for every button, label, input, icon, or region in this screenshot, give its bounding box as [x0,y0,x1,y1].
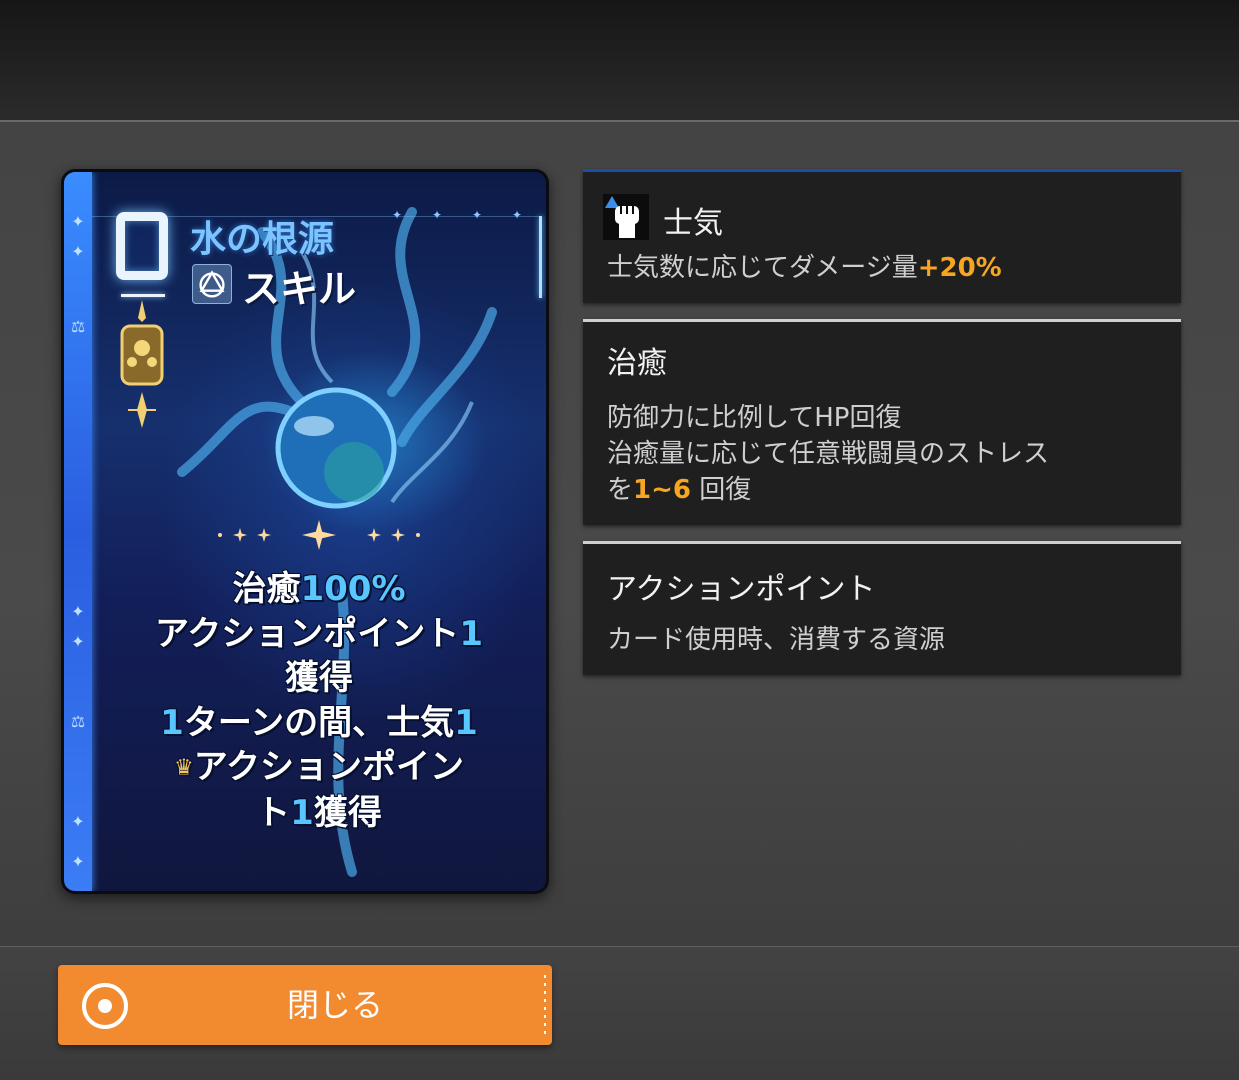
card-face: ✦ ✦ ⚖ ✦ ✦ ⚖ ✦ ✦ ✦ ✦ ✦ ✦ 水の根源 スキル 治癒100% … [64,172,546,891]
star-icon: ✦ [512,208,523,222]
gold-emblem-icon [120,300,164,428]
keyword-panel-heal: 治癒 防御力に比例してHP回復 治癒量に応じて任意戦闘員のストレス を1~6 回… [583,319,1181,525]
top-bar [0,0,1239,122]
effect-line: 1ターンの間、士気1 [160,702,478,743]
scale-icon: ⚖ [70,317,86,336]
effect-line: 獲得 [285,658,353,698]
scale-icon: ⚖ [70,712,86,731]
skill-card: ✦ ✦ ⚖ ✦ ✦ ⚖ ✦ ✦ ✦ ✦ ✦ ✦ 水の根源 スキル 治癒100% … [61,169,549,894]
effect-line: ト1獲得 [256,792,382,833]
keyword-title: アクションポイント [607,572,876,607]
fist-icon [603,194,649,240]
star-icon: ✦ [71,242,85,261]
close-button-label: 閉じる [286,986,383,1024]
card-cost [116,212,168,280]
card-type: スキル [242,267,357,311]
star-icon: ✦ [71,632,85,651]
keyword-description-line: 治癒量に応じて任意戦闘員のストレス [607,439,1050,469]
card-effect-text: 治癒100% アクションポイント1 獲得 1ターンの間、士気1 ♛アクションポイ… [114,567,524,835]
crown-icon: ♛ [173,755,194,781]
effect-line: アクションポイント1 [155,613,483,654]
keyword-description: カード使用時、消費する資源 [607,625,946,655]
star-icon: ✦ [432,208,443,222]
button-edge-dots [544,975,546,1035]
effect-line: 治癒100% [232,569,406,609]
star-icon: ✦ [71,212,85,231]
cost-underline [121,294,165,297]
star-icon: ✦ [71,852,85,871]
sparkle-divider [218,520,420,550]
keyword-description: 防御力に比例してHP回復 治癒量に応じて任意戦闘員のストレス を1~6 回復 [607,400,1049,508]
card-side-accent [539,216,542,298]
star-icon: ✦ [71,602,85,621]
keyword-description: 士気数に応じてダメージ量+20% [607,253,1002,283]
card-side-stripe: ✦ ✦ ⚖ ✦ ✦ ⚖ ✦ ✦ [64,172,92,891]
close-button[interactable]: 閉じる [58,965,552,1045]
effect-line: ♛アクションポイン [173,747,465,787]
star-icon: ✦ [71,812,85,831]
skill-triangle-icon [192,264,232,304]
keyword-title: 治癒 [607,346,667,381]
card-name: 水の根源 [190,219,335,260]
keyword-panel-action-point: アクションポイント カード使用時、消費する資源 [583,541,1181,675]
star-icon: ✦ [392,208,403,222]
keyword-panel-morale: 士気 士気数に応じてダメージ量+20% [583,169,1181,303]
keyword-description-line: 防御力に比例してHP回復 [607,403,902,433]
keyword-title: 士気 [663,206,723,241]
keyword-description-line: を1~6 回復 [607,475,752,505]
star-icon: ✦ [472,208,483,222]
